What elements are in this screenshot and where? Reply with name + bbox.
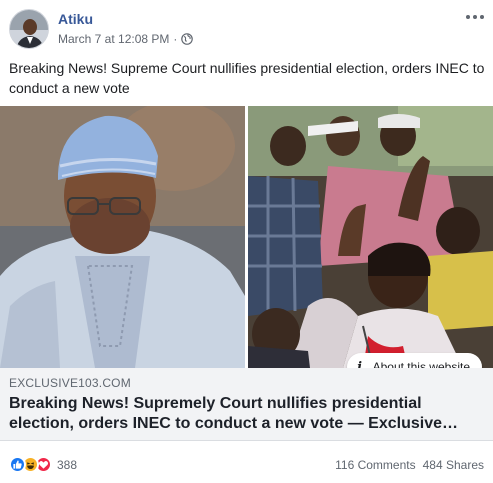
post-header: Atiku March 7 at 12:08 PM ·	[0, 0, 493, 54]
more-options-icon[interactable]	[465, 10, 485, 24]
author-name[interactable]: Atiku	[58, 11, 93, 27]
comments-count-link[interactable]: 116 Comments	[335, 458, 415, 472]
link-preview[interactable]: EXCLUSIVE103.COM Breaking News! Supremel…	[0, 368, 493, 441]
globe-icon[interactable]	[181, 33, 194, 45]
politician-photo	[0, 106, 245, 368]
link-domain: EXCLUSIVE103.COM	[9, 376, 131, 390]
crowd-celebration-photo	[248, 106, 493, 368]
post-timestamp[interactable]: March 7 at 12:08 PM	[58, 32, 169, 46]
like-icon	[9, 456, 26, 473]
link-title: Breaking News! Supremely Court nullifies…	[9, 395, 458, 432]
shares-count-link[interactable]: 484 Shares	[423, 458, 484, 472]
post-media[interactable]	[0, 106, 493, 368]
avatar-portrait-image	[10, 10, 48, 48]
reactions-summary[interactable]: 388	[9, 456, 77, 473]
profile-avatar[interactable]	[9, 9, 49, 49]
reaction-count: 388	[57, 457, 78, 472]
post-text: Breaking News! Supreme Court nullifies p…	[9, 60, 485, 96]
meta-separator: ·	[173, 32, 178, 46]
post-meta: March 7 at 12:08 PM ·	[58, 32, 194, 46]
post-footer: 388 116 Comments 484 Shares	[0, 448, 493, 480]
engagement-stats: 116 Comments 484 Shares	[335, 458, 484, 472]
